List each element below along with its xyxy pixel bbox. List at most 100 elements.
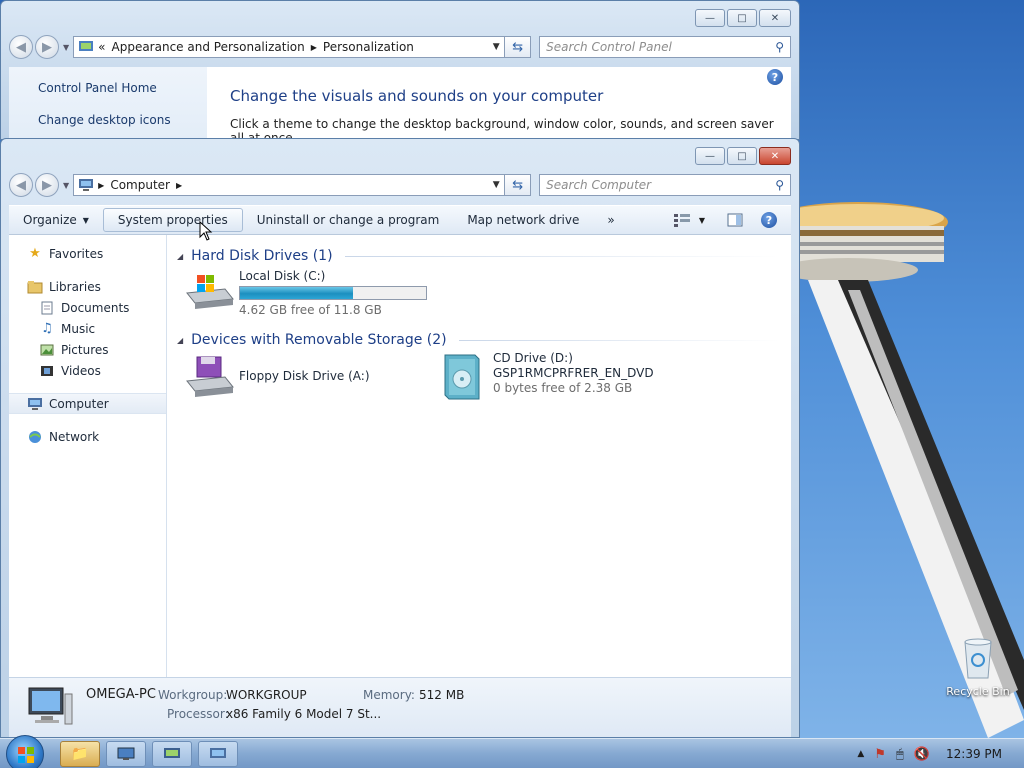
start-button[interactable] [6, 735, 44, 768]
floppy-drive-item[interactable]: Floppy Disk Drive (A:) [185, 355, 370, 399]
uninstall-program-button[interactable]: Uninstall or change a program [243, 208, 454, 232]
change-desktop-icons-link[interactable]: Change desktop icons [38, 113, 207, 127]
breadcrumb-appearance[interactable]: Appearance and Personalization [112, 40, 305, 54]
nav-favorites[interactable]: ★ Favorites [9, 243, 166, 264]
close-button[interactable]: ✕ [759, 147, 791, 165]
action-center-icon[interactable]: ⚑ [874, 747, 886, 762]
nav-network-label: Network [49, 429, 100, 444]
organize-menu[interactable]: Organize ▼ [9, 208, 103, 232]
show-hidden-icons-button[interactable]: ▲ [857, 749, 864, 759]
refresh-button[interactable]: ⇆ [505, 36, 532, 58]
nav-videos-label: Videos [61, 363, 101, 378]
taskbar-explorer-button[interactable]: 📁 [60, 741, 100, 767]
network-status-icon[interactable]: 🖱 [896, 747, 904, 762]
maximize-button[interactable]: □ [727, 9, 757, 27]
nav-libraries-label: Libraries [49, 279, 101, 294]
group-removable-label: Devices with Removable Storage (2) [191, 332, 447, 348]
address-dropdown-icon[interactable]: ▼ [488, 180, 504, 190]
group-header-hard-disk[interactable]: ◢ Hard Disk Drives (1) [177, 245, 791, 267]
refresh-icon: ⇆ [512, 177, 524, 193]
arrow-left-icon: ◀ [16, 39, 26, 55]
address-dropdown-icon[interactable]: ▼ [488, 42, 504, 52]
nav-pictures[interactable]: Pictures [9, 339, 166, 360]
caption-buttons: — □ ✕ [695, 147, 791, 165]
refresh-button[interactable]: ⇆ [505, 174, 532, 196]
group-header-removable[interactable]: ◢ Devices with Removable Storage (2) [177, 329, 791, 351]
forward-button[interactable]: ▶ [35, 35, 59, 59]
map-network-drive-button[interactable]: Map network drive [453, 208, 593, 232]
videos-icon [39, 363, 55, 379]
nav-documents[interactable]: Documents [9, 297, 166, 318]
maximize-button[interactable]: □ [727, 147, 757, 165]
nav-documents-label: Documents [61, 300, 130, 315]
local-disk-item[interactable]: Local Disk (C:) 4.62 GB free of 11.8 GB [185, 269, 427, 318]
collapse-icon: ◢ [177, 251, 184, 261]
nav-music[interactable]: ♫ Music [9, 318, 166, 339]
breadcrumb-separator-icon[interactable]: ▶ [176, 181, 182, 190]
chevron-down-icon: ▼ [82, 215, 89, 225]
workgroup-value: WORKGROUP [226, 688, 307, 702]
help-icon[interactable]: ? [761, 212, 777, 228]
nav-network[interactable]: Network [9, 426, 166, 447]
minimize-button[interactable]: — [695, 9, 725, 27]
preview-pane-icon[interactable] [727, 213, 743, 227]
organize-label: Organize [23, 213, 77, 227]
nav-favorites-label: Favorites [49, 246, 104, 261]
arrow-left-icon: ◀ [16, 177, 26, 193]
nav-computer[interactable]: Computer [9, 393, 166, 414]
change-view-icon[interactable] [673, 213, 691, 227]
view-options-dropdown-icon[interactable]: ▼ [699, 216, 705, 225]
clock[interactable]: 12:39 PM [946, 747, 1002, 761]
nav-videos[interactable]: Videos [9, 360, 166, 381]
taskbar: 📁 ▲ ⚑ 🖱 🔇 12:39 PM [0, 735, 1024, 768]
back-button[interactable]: ◀ [9, 173, 33, 197]
floppy-drive-icon [186, 356, 234, 397]
search-computer-input[interactable]: Search Computer ⚲ [539, 174, 791, 196]
more-commands-button[interactable]: » [593, 208, 628, 232]
close-button[interactable]: ✕ [759, 9, 791, 27]
cd-drive-free-space: 0 bytes free of 2.38 GB [493, 381, 633, 395]
arrow-right-icon: ▶ [42, 39, 52, 55]
control-panel-icon [164, 748, 180, 758]
control-panel-icon [79, 41, 94, 51]
collapse-icon: ◢ [177, 335, 184, 345]
network-icon [27, 429, 43, 445]
cd-drive-icon [444, 354, 480, 400]
search-control-panel-input[interactable]: Search Control Panel ⚲ [539, 36, 791, 58]
details-pane: OMEGA-PC Workgroup: WORKGROUP Memory: 51… [9, 677, 791, 737]
recent-pages-dropdown[interactable]: ▼ [63, 43, 69, 52]
address-bar[interactable]: « Appearance and Personalization ▶ Perso… [73, 36, 506, 58]
recycle-bin[interactable]: Recycle Bin [940, 636, 1016, 698]
cd-drive-item[interactable]: CD Drive (D:) GSP1RMCPRFRER_EN_DVD 0 byt… [439, 351, 654, 401]
taskbar-remote-button[interactable] [106, 741, 146, 767]
refresh-icon: ⇆ [512, 39, 524, 55]
address-bar[interactable]: ▶ Computer ▶ ▼ [73, 174, 506, 196]
mouse-cursor-icon [199, 221, 213, 241]
taskbar-control-panel-button[interactable] [152, 741, 192, 767]
search-placeholder: Search Control Panel [546, 40, 672, 54]
processor-value: x86 Family 6 Model 7 St... [226, 707, 382, 721]
nav-music-label: Music [61, 321, 96, 336]
back-button[interactable]: ◀ [9, 35, 33, 59]
breadcrumb-personalization[interactable]: Personalization [323, 40, 414, 54]
personalization-window: — □ ✕ ◀ ▶ ▼ « Appearance and Personaliza… [0, 0, 800, 140]
forward-button[interactable]: ▶ [35, 173, 59, 197]
music-icon: ♫ [41, 321, 53, 336]
control-panel-home-link[interactable]: Control Panel Home [38, 81, 207, 95]
address-overflow[interactable]: « [98, 40, 105, 54]
taskbar-computer-button[interactable] [198, 741, 238, 767]
cd-drive-name: CD Drive (D:) [493, 351, 573, 365]
recent-pages-dropdown[interactable]: ▼ [63, 181, 69, 190]
navigation-pane: ★ Favorites Libraries Documents ♫ Music … [9, 235, 167, 677]
caption-buttons: — □ ✕ [695, 9, 791, 27]
workgroup-label: Workgroup: [158, 688, 228, 702]
local-disk-usage-bar [239, 286, 427, 300]
system-tray: ▲ ⚑ 🖱 🔇 12:39 PM [857, 739, 1024, 768]
computer-icon [210, 748, 226, 758]
breadcrumb-computer[interactable]: Computer [110, 178, 170, 192]
minimize-button[interactable]: — [695, 147, 725, 165]
help-icon[interactable]: ? [767, 69, 783, 85]
nav-libraries[interactable]: Libraries [9, 276, 166, 297]
volume-muted-icon[interactable]: 🔇 [914, 747, 930, 762]
system-properties-button[interactable]: System properties [102, 208, 243, 232]
